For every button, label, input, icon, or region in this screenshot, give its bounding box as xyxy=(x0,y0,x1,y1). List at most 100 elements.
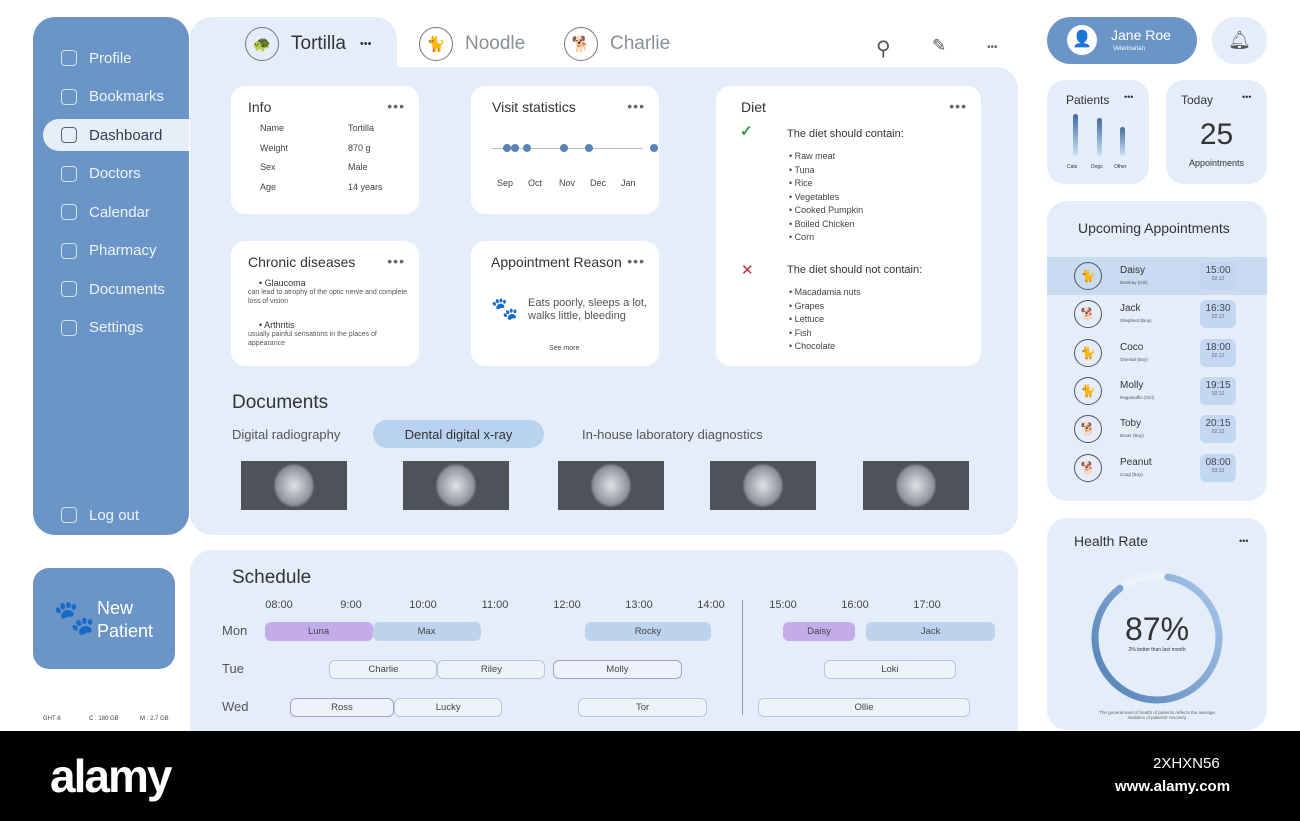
chronic-more-button[interactable]: ••• xyxy=(387,253,405,269)
xray-thumbnail[interactable] xyxy=(863,461,969,510)
schedule-event[interactable]: Max xyxy=(372,622,481,641)
cat-icon: 🐈 xyxy=(419,27,453,61)
see-more-link[interactable]: See more xyxy=(549,345,579,352)
patients-more-button[interactable]: ••• xyxy=(1124,92,1133,102)
reason-more-button[interactable]: ••• xyxy=(627,253,645,269)
new-patient-button[interactable]: 🐾 New Patient xyxy=(33,568,175,669)
gpu-stat: GHT-8 xyxy=(43,716,61,722)
patient-breed: Oriental (Boy) xyxy=(1120,356,1148,362)
tab-more-button[interactable]: ••• xyxy=(360,38,372,50)
chronic-diseases-card: Chronic diseases ••• • Glaucoma can lead t… xyxy=(231,241,419,366)
disease-description: can lead to atrophy of the optic nerve a… xyxy=(248,289,408,305)
diet-more-button[interactable]: ••• xyxy=(949,98,967,114)
tab-charlie[interactable]: 🐕 Charlie xyxy=(564,27,670,61)
diet-item: • Fish xyxy=(789,327,812,338)
tab-noodle[interactable]: 🐈 Noodle xyxy=(419,27,525,61)
paw-icon: 🐾 xyxy=(491,296,519,321)
document-tab[interactable]: Digital radiography xyxy=(212,420,360,448)
sidebar-item-label: Doctors xyxy=(89,165,141,182)
dog-icon: 🐕 xyxy=(1074,300,1102,329)
schedule-event[interactable]: Jack xyxy=(865,622,996,641)
appointment-row[interactable]: 🐕 Jack Shepherd (Boy) 16:30 02.12 xyxy=(1047,295,1267,333)
time: 16:30 xyxy=(1205,303,1231,315)
date: 02.12 xyxy=(1211,352,1225,359)
xray-thumbnail[interactable] xyxy=(558,461,664,510)
search-icon[interactable]: ⚲ xyxy=(876,36,891,61)
settings-icon xyxy=(61,319,77,336)
tab-tortilla[interactable]: 🐢 Tortilla ••• xyxy=(245,27,371,61)
info-value: 870 g xyxy=(348,142,371,153)
appointment-row[interactable]: 🐈 Coco Oriental (Boy) 18:00 02.12 xyxy=(1047,334,1267,372)
dog-icon: 🐕 xyxy=(564,27,598,61)
sidebar-item-pharmacy[interactable]: Pharmacy xyxy=(43,235,189,267)
dog-icon: 🐕 xyxy=(1074,415,1102,444)
sidebar-item-bookmarks[interactable]: Bookmarks xyxy=(43,81,189,113)
info-card: Info ••• Name Tortilla Weight 870 g Sex Male Ag… xyxy=(231,86,419,214)
sidebar-item-profile[interactable]: Profile xyxy=(43,42,189,74)
health-more-button[interactable]: ••• xyxy=(1239,536,1248,546)
disk-stat: C : 180 GB xyxy=(89,716,119,722)
document-tab[interactable]: In-house laboratory diagnostics xyxy=(562,420,783,448)
diet-item: • Rice xyxy=(789,178,813,188)
diet-card: Diet ••• ✓ The diet should contain: • Raw… xyxy=(716,86,981,366)
info-value: 14 years xyxy=(348,181,383,192)
logout-button[interactable]: Log out xyxy=(33,499,189,531)
more-button[interactable]: ••• xyxy=(987,42,998,53)
appointment-time: 20:15 02.12 xyxy=(1200,415,1236,444)
sidebar-item-calendar[interactable]: Calendar xyxy=(43,196,189,228)
sidebar-item-documents[interactable]: Documents xyxy=(43,273,189,305)
sidebar-item-label: Settings xyxy=(89,319,144,336)
schedule-event[interactable]: Charlie xyxy=(329,660,438,679)
appointment-row[interactable]: 🐕 Peanut Corgi (Boy) 08:00 03.12 xyxy=(1047,449,1267,487)
bell-icon[interactable]: 🔔︎ xyxy=(1212,17,1267,64)
schedule-event[interactable]: Loki xyxy=(824,660,956,679)
sidebar-item-dashboard[interactable]: Dashboard xyxy=(43,119,189,151)
schedule-event[interactable]: Molly xyxy=(552,660,683,679)
visit-dot xyxy=(523,144,532,152)
schedule-event[interactable]: Ross xyxy=(289,698,395,717)
schedule-event[interactable]: Rocky xyxy=(585,622,711,641)
diet-item: • Lettuce xyxy=(789,314,825,324)
patient-name: Toby xyxy=(1120,418,1142,430)
diet-item: • Boiled Chicken xyxy=(789,218,855,229)
alamy-url: www.alamy.com xyxy=(1115,778,1231,795)
xray-thumbnail[interactable] xyxy=(710,461,816,510)
diet-item: • Macadamia nuts xyxy=(789,287,861,297)
appointment-row[interactable]: 🐕 Toby Boxer (Boy) 20:15 02.12 xyxy=(1047,410,1267,448)
edit-pencil-icon[interactable]: ✎ xyxy=(932,36,946,56)
bar-label: Other xyxy=(1114,164,1127,170)
avatar-icon: 👤 xyxy=(1067,25,1097,55)
document-tab[interactable]: Dental digital x-ray xyxy=(373,420,544,448)
sidebar-item-doctors[interactable]: Doctors xyxy=(43,158,189,190)
schedule-event[interactable]: Tor xyxy=(577,698,708,717)
visits-more-button[interactable]: ••• xyxy=(627,98,645,114)
info-more-button[interactable]: ••• xyxy=(387,98,405,114)
schedule-event[interactable]: Luna xyxy=(264,622,373,641)
schedule-event[interactable]: Lucky xyxy=(394,698,503,717)
schedule-event[interactable]: Riley xyxy=(437,660,546,679)
sidebar-item-settings[interactable]: Settings xyxy=(43,312,189,344)
schedule-event[interactable]: Ollie xyxy=(757,698,971,717)
xray-thumbnail[interactable] xyxy=(403,461,509,510)
profile-icon xyxy=(61,50,77,66)
sidebar-item-label: Bookmarks xyxy=(89,88,165,105)
hour-label: 12:00 xyxy=(553,599,581,611)
today-more-button[interactable]: ••• xyxy=(1242,92,1251,102)
xray-thumbnail[interactable] xyxy=(241,461,347,510)
disease-name: • Glaucoma xyxy=(259,278,306,288)
sidebar: Log out Profile Bookmarks Dashboard Doctors… xyxy=(33,17,189,535)
documents-title: Documents xyxy=(232,392,329,413)
health-rate-card: Health Rate ••• 87% 2% better than last … xyxy=(1047,518,1267,730)
turtle-icon: 🐢 xyxy=(245,27,279,61)
diet-item: • Corn xyxy=(789,232,815,242)
appointment-row[interactable]: 🐈 Daisy Bombay (Girl) 15:00 02.12 xyxy=(1047,257,1267,295)
calendar-icon xyxy=(61,204,77,220)
patients-card: Patients ••• Cats Dogs Other xyxy=(1047,80,1149,184)
user-profile-button[interactable]: 👤 Jane Roe Veterinarian xyxy=(1047,17,1197,64)
bar-label: Dogs xyxy=(1091,164,1103,170)
patient-bar xyxy=(1097,118,1102,156)
diet-item: • Raw meat xyxy=(789,151,836,161)
schedule-event[interactable]: Daisy xyxy=(783,622,855,641)
patient-breed: Boxer (Boy) xyxy=(1120,433,1144,439)
appointment-row[interactable]: 🐈 Molly Ragamuffin (Girl) 19:15 02.12 xyxy=(1047,372,1267,410)
